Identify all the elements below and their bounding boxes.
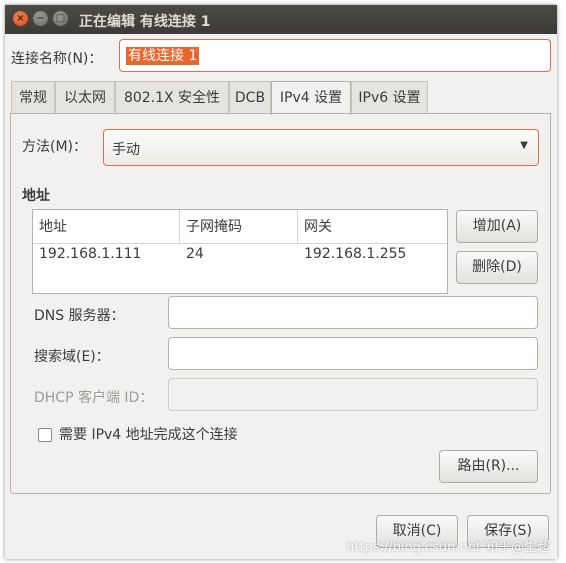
delete-address-button[interactable]: 删除(D) [456, 251, 538, 284]
cell-address[interactable]: 192.168.1.111 [33, 246, 141, 262]
address-section-heading: 地址 [22, 188, 50, 204]
connection-name-label: 连接名称(N)： [11, 51, 103, 67]
column-header-address[interactable]: 地址 [33, 210, 180, 244]
tab-ethernet[interactable]: 以太网 [55, 81, 115, 113]
tab-dcb[interactable]: DCB [229, 81, 271, 113]
search-domains-input[interactable] [168, 337, 538, 370]
cell-netmask[interactable]: 24 [180, 246, 204, 262]
require-ipv4-label[interactable]: 需要 IPv4 地址完成这个连接 [59, 424, 238, 444]
method-label: 方法(M)： [22, 139, 88, 155]
add-address-button[interactable]: 增加(A) [456, 210, 538, 243]
connection-name-value: 有线连接 1 [126, 47, 200, 65]
watermark: https://blog.csdn.net 知乎@生超 [346, 540, 550, 555]
chevron-down-icon: ▼ [520, 140, 528, 151]
search-domains-label: 搜索域(E)： [34, 349, 110, 365]
address-table[interactable]: 地址 子网掩码 网关 192.168.1.111 24 192.168.1.25… [32, 209, 448, 294]
close-window-icon[interactable]: × [13, 11, 28, 26]
minimize-window-icon[interactable]: − [33, 11, 48, 26]
title-bar: × − □ 正在编辑 有线连接 1 [5, 5, 557, 34]
cell-gateway[interactable]: 192.168.1.255 [298, 246, 406, 262]
method-dropdown[interactable]: 手动 ▼ [103, 129, 539, 166]
dhcp-client-id-input [168, 378, 538, 411]
dns-servers-label: DNS 服务器： [34, 308, 125, 324]
connection-name-input[interactable]: 有线连接 1 [119, 39, 551, 72]
method-value: 手动 [112, 142, 140, 158]
tab-ipv4-settings[interactable]: IPv4 设置 [271, 81, 351, 115]
dhcp-client-id-label: DHCP 客户端 ID： [34, 390, 154, 406]
routes-button[interactable]: 路由(R)... [439, 450, 538, 483]
tab-general[interactable]: 常规 [11, 81, 55, 113]
tab-8021x-security[interactable]: 802.1X 安全性 [115, 81, 229, 113]
column-header-gateway[interactable]: 网关 [298, 210, 447, 244]
dns-servers-input[interactable] [168, 296, 538, 329]
require-ipv4-checkbox[interactable] [38, 428, 52, 442]
connection-editor-window: × − □ 正在编辑 有线连接 1 连接名称(N)： 有线连接 1 常规 以太网… [5, 5, 557, 559]
column-header-netmask[interactable]: 子网掩码 [180, 210, 298, 244]
window-title: 正在编辑 有线连接 1 [79, 14, 211, 30]
tab-ipv6-settings[interactable]: IPv6 设置 [351, 81, 428, 113]
maximize-window-icon[interactable]: □ [53, 11, 68, 26]
